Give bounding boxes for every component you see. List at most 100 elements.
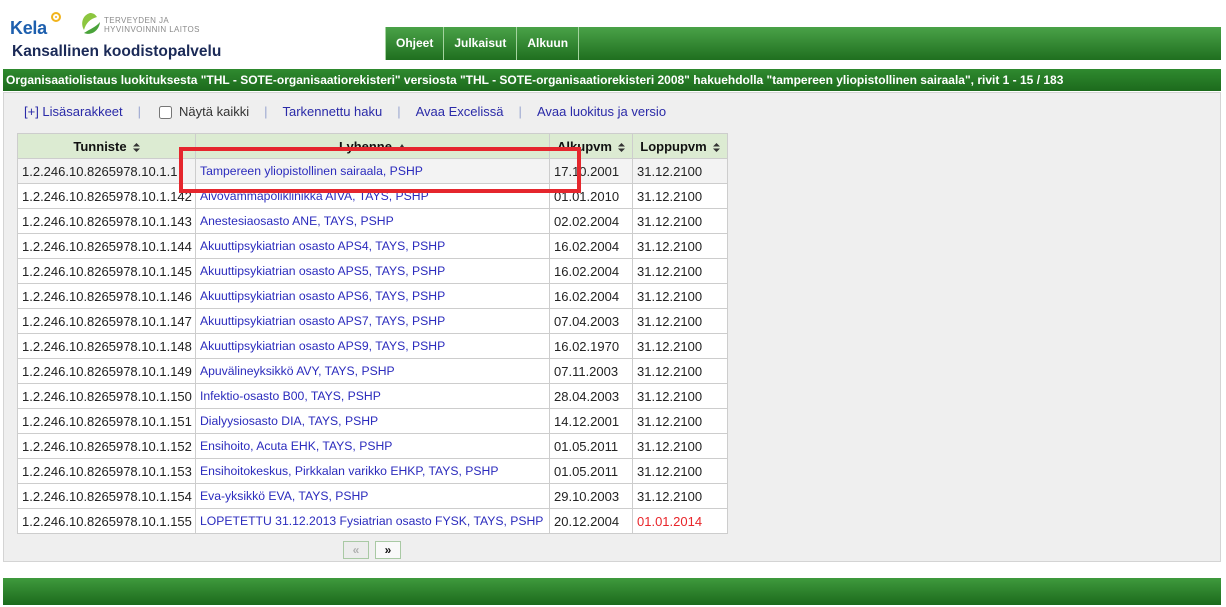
cell-alkupvm: 01.05.2011 (549, 433, 633, 459)
pagination: « » (17, 541, 727, 559)
cell-tunniste: 1.2.246.10.8265978.10.1.144 (17, 233, 196, 259)
cell-loppupvm: 31.12.2100 (632, 183, 728, 209)
cell-loppupvm: 01.01.2014 (632, 508, 728, 534)
cell-alkupvm: 28.04.2003 (549, 383, 633, 409)
toolbar-separator: | (397, 104, 401, 119)
nav-item-julkaisut[interactable]: Julkaisut (444, 27, 518, 60)
thl-logo-text: TERVEYDEN JA HYVINVOINNIN LAITOS (104, 16, 200, 34)
row-name-link[interactable]: Akuuttipsykiatrian osasto APS4, TAYS, PS… (200, 239, 445, 253)
cell-alkupvm: 20.12.2004 (549, 508, 633, 534)
toolbar-separator: | (518, 104, 522, 119)
advanced-search-link[interactable]: Tarkennettu haku (283, 104, 383, 120)
column-header-lyhenne[interactable]: Lyhenne (195, 133, 550, 159)
table-header-row: Tunniste Lyhenne Alkupvm Loppupvm (17, 133, 728, 159)
cell-alkupvm: 07.11.2003 (549, 358, 633, 384)
cell-tunniste: 1.2.246.10.8265978.10.1.150 (17, 383, 196, 409)
thl-logo-icon (82, 13, 100, 34)
cell-tunniste: 1.2.246.10.8265978.10.1.145 (17, 258, 196, 284)
cell-tunniste: 1.2.246.10.8265978.10.1.152 (17, 433, 196, 459)
previous-page-button: « (343, 541, 369, 559)
sort-asc-icon (397, 144, 406, 151)
row-name-link[interactable]: Akuuttipsykiatrian osasto APS6, TAYS, PS… (200, 289, 445, 303)
open-excel-link[interactable]: Avaa Excelissä (416, 104, 504, 120)
kela-logo: Kela (10, 18, 47, 38)
more-columns-link[interactable]: [+] Lisäsarakkeet (24, 104, 123, 120)
table-row: 1.2.246.10.8265978.10.1.143 Anestesiaosas… (17, 208, 728, 234)
cell-lyhenne: LOPETETTU 31.12.2013 Fysiatrian osasto F… (195, 508, 550, 534)
cell-lyhenne: Ensihoitokeskus, Pirkkalan varikko EHKP,… (195, 458, 550, 484)
row-name-link[interactable]: Ensihoito, Acuta EHK, TAYS, PSHP (200, 439, 392, 453)
cell-lyhenne: Akuuttipsykiatrian osasto APS5, TAYS, PS… (195, 258, 550, 284)
cell-alkupvm: 29.10.2003 (549, 483, 633, 509)
next-page-button[interactable]: » (375, 541, 401, 559)
cell-tunniste: 1.2.246.10.8265978.10.1.146 (17, 283, 196, 309)
cell-lyhenne: Akuuttipsykiatrian osasto APS4, TAYS, PS… (195, 233, 550, 259)
cell-alkupvm: 01.01.2010 (549, 183, 633, 209)
cell-tunniste: 1.2.246.10.8265978.10.1.143 (17, 208, 196, 234)
toolbar-separator: | (137, 104, 142, 119)
table-row: 1.2.246.10.8265978.10.1.1 Tampereen yliop… (17, 158, 728, 184)
list-toolbar: [+] Lisäsarakkeet | Näytä kaikki | Tarke… (24, 104, 666, 120)
cell-lyhenne: Anestesiaosasto ANE, TAYS, PSHP (195, 208, 550, 234)
row-name-link[interactable]: Infektio-osasto B00, TAYS, PSHP (200, 389, 381, 403)
row-name-link[interactable]: Akuuttipsykiatrian osasto APS5, TAYS, PS… (200, 264, 445, 278)
cell-loppupvm: 31.12.2100 (632, 158, 728, 184)
thl-logo-line1: TERVEYDEN JA (104, 16, 170, 25)
row-name-link[interactable]: Eva-yksikkö EVA, TAYS, PSHP (200, 489, 368, 503)
row-name-link[interactable]: Apuvälineyksikkö AVY, TAYS, PSHP (200, 364, 395, 378)
cell-lyhenne: Dialyysiosasto DIA, TAYS, PSHP (195, 408, 550, 434)
cell-loppupvm: 31.12.2100 (632, 333, 728, 359)
row-name-link[interactable]: LOPETETTU 31.12.2013 Fysiatrian osasto F… (200, 514, 543, 528)
cell-loppupvm: 31.12.2100 (632, 383, 728, 409)
cell-loppupvm: 31.12.2100 (632, 208, 728, 234)
cell-alkupvm: 16.02.1970 (549, 333, 633, 359)
cell-lyhenne: Infektio-osasto B00, TAYS, PSHP (195, 383, 550, 409)
show-all-label[interactable]: Näytä kaikki (179, 104, 249, 120)
table-row: 1.2.246.10.8265978.10.1.147 Akuuttipsykia… (17, 308, 728, 334)
column-header-label: Lyhenne (339, 138, 392, 154)
column-header-alkupvm[interactable]: Alkupvm (549, 133, 633, 159)
cell-tunniste: 1.2.246.10.8265978.10.1.142 (17, 183, 196, 209)
table-row: 1.2.246.10.8265978.10.1.145 Akuuttipsykia… (17, 258, 728, 284)
thl-logo-line2: HYVINVOINNIN LAITOS (104, 25, 200, 34)
table-row: 1.2.246.10.8265978.10.1.148 Akuuttipsykia… (17, 333, 728, 359)
row-name-link[interactable]: Tampereen yliopistollinen sairaala, PSHP (200, 164, 423, 178)
open-classification-link[interactable]: Avaa luokitus ja versio (537, 104, 666, 120)
cell-lyhenne: Eva-yksikkö EVA, TAYS, PSHP (195, 483, 550, 509)
footer-bar (3, 578, 1221, 605)
nav-item-alkuun[interactable]: Alkuun (517, 27, 580, 60)
cell-loppupvm: 31.12.2100 (632, 358, 728, 384)
cell-loppupvm: 31.12.2100 (632, 408, 728, 434)
cell-loppupvm: 31.12.2100 (632, 233, 728, 259)
page-title: Organisaatiolistaus luokituksesta "THL -… (3, 69, 1221, 91)
cell-tunniste: 1.2.246.10.8265978.10.1.153 (17, 458, 196, 484)
cell-tunniste: 1.2.246.10.8265978.10.1.147 (17, 308, 196, 334)
column-header-tunniste[interactable]: Tunniste (17, 133, 196, 159)
row-name-link[interactable]: Dialyysiosasto DIA, TAYS, PSHP (200, 414, 378, 428)
column-header-loppupvm[interactable]: Loppupvm (632, 133, 728, 159)
row-name-link[interactable]: Akuuttipsykiatrian osasto APS7, TAYS, PS… (200, 314, 445, 328)
cell-alkupvm: 02.02.2004 (549, 208, 633, 234)
table-body: 1.2.246.10.8265978.10.1.1 Tampereen yliop… (17, 158, 728, 534)
table-row: 1.2.246.10.8265978.10.1.142 Aivovammapoli… (17, 183, 728, 209)
cell-alkupvm: 07.04.2003 (549, 308, 633, 334)
table-row: 1.2.246.10.8265978.10.1.155 LOPETETTU 31.… (17, 508, 728, 534)
show-all-checkbox[interactable] (159, 105, 173, 119)
cell-lyhenne: Aivovammapoliklinikka AIVA, TAYS, PSHP (195, 183, 550, 209)
row-name-link[interactable]: Ensihoitokeskus, Pirkkalan varikko EHKP,… (200, 464, 499, 478)
cell-alkupvm: 14.12.2001 (549, 408, 633, 434)
nav-item-ohjeet[interactable]: Ohjeet (385, 27, 445, 60)
toolbar-separator: | (264, 104, 268, 119)
cell-tunniste: 1.2.246.10.8265978.10.1.154 (17, 483, 196, 509)
table-row: 1.2.246.10.8265978.10.1.146 Akuuttipsykia… (17, 283, 728, 309)
cell-loppupvm: 31.12.2100 (632, 458, 728, 484)
row-name-link[interactable]: Akuuttipsykiatrian osasto APS9, TAYS, PS… (200, 339, 445, 353)
cell-tunniste: 1.2.246.10.8265978.10.1.1 (17, 158, 196, 184)
row-name-link[interactable]: Aivovammapoliklinikka AIVA, TAYS, PSHP (200, 189, 429, 203)
row-name-link[interactable]: Anestesiaosasto ANE, TAYS, PSHP (200, 214, 394, 228)
table-row: 1.2.246.10.8265978.10.1.152 Ensihoito, Ac… (17, 433, 728, 459)
cell-tunniste: 1.2.246.10.8265978.10.1.151 (17, 408, 196, 434)
main-nav: Ohjeet Julkaisut Alkuun (385, 27, 1221, 60)
table-row: 1.2.246.10.8265978.10.1.153 Ensihoitokesk… (17, 458, 728, 484)
cell-lyhenne: Akuuttipsykiatrian osasto APS7, TAYS, PS… (195, 308, 550, 334)
